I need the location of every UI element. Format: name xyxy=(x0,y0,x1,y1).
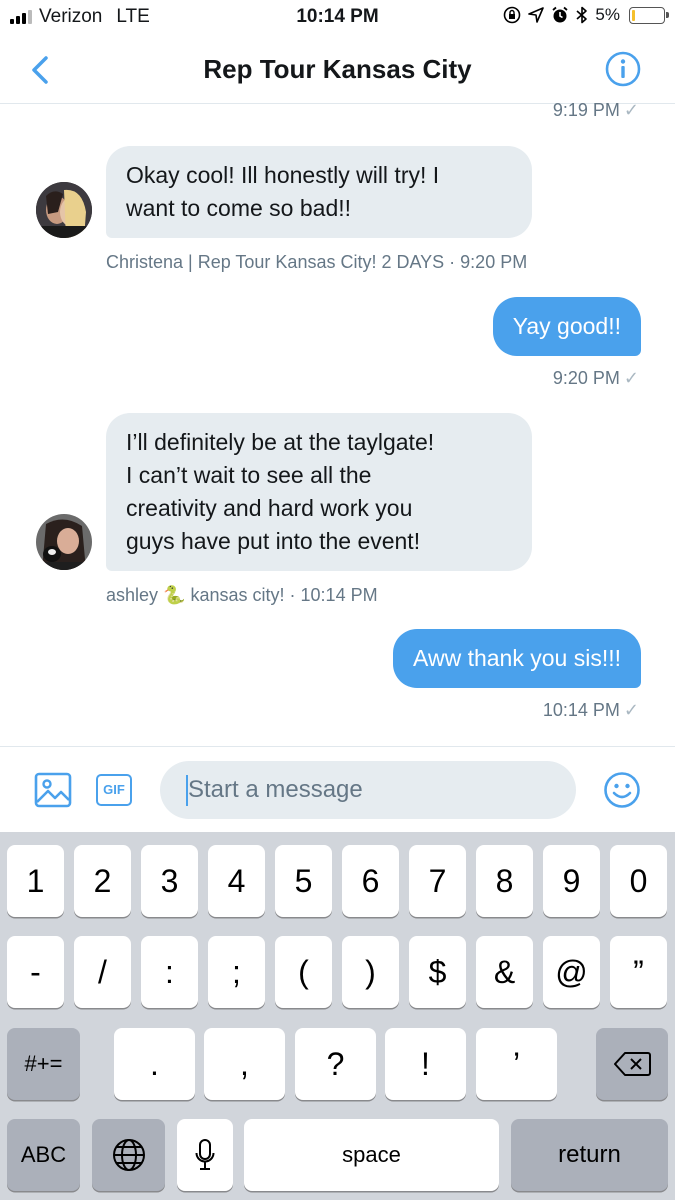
key-globe[interactable] xyxy=(92,1119,165,1191)
keyboard-key[interactable]: ; xyxy=(208,936,265,1008)
message-sender-meta: Christena | Rep Tour Kansas City! 2 DAYS… xyxy=(106,252,528,272)
keyboard-key[interactable]: - xyxy=(7,936,64,1008)
message-line: creativity and hard work you xyxy=(126,495,413,521)
key-dictation[interactable] xyxy=(177,1119,233,1191)
globe-icon xyxy=(112,1139,145,1171)
snake-emoji: 🐍 xyxy=(163,585,186,605)
backspace-icon xyxy=(614,1052,651,1076)
message-line: I’ll definitely be at the taylgate! xyxy=(126,429,435,455)
sent-check-icon: ✓ xyxy=(623,100,639,120)
keyboard-key[interactable]: 4 xyxy=(208,845,265,917)
keyboard-key[interactable]: 1 xyxy=(7,845,64,917)
keyboard-key[interactable]: 8 xyxy=(476,845,533,917)
keyboard-key[interactable]: ! xyxy=(385,1028,466,1100)
key-return[interactable]: return xyxy=(511,1119,668,1191)
keyboard-key[interactable]: 0 xyxy=(610,845,667,917)
keyboard-key[interactable]: ) xyxy=(342,936,399,1008)
gif-button[interactable]: GIF xyxy=(96,774,132,806)
avatar[interactable] xyxy=(36,514,92,570)
keyboard-key[interactable]: ( xyxy=(275,936,332,1008)
key-more-symbols[interactable]: #+= xyxy=(7,1028,80,1100)
message-timestamp: 9:20 PM ✓ xyxy=(552,368,639,388)
sender-name: Christena | Rep Tour Kansas City! 2 DAYS xyxy=(106,252,445,272)
keyboard-key[interactable]: @ xyxy=(543,936,600,1008)
key-delete[interactable] xyxy=(596,1028,668,1100)
message-input[interactable] xyxy=(160,761,576,819)
keyboard-key[interactable]: / xyxy=(74,936,131,1008)
message-timestamp: 9:20 PM xyxy=(460,252,528,272)
message-timestamp: 10:14 PM ✓ xyxy=(542,700,639,720)
keyboard-key[interactable]: 3 xyxy=(141,845,198,917)
keyboard-key[interactable]: ’ xyxy=(476,1028,557,1100)
message-composer: GIF xyxy=(0,746,675,832)
message-bubble-sent[interactable]: Yay good!! xyxy=(492,297,641,356)
message-line: I can’t wait to see all the xyxy=(126,462,372,488)
numeric-keyboard: #+= ABC space return 1 2 3 4 5 6 7 8 9 0 - /:;() $ & @… xyxy=(0,832,675,1200)
rotation-lock-icon xyxy=(504,6,521,24)
text-caret xyxy=(186,775,188,806)
battery-icon xyxy=(629,6,669,24)
battery-fill xyxy=(632,9,635,21)
conversation-title: Rep Tour Kansas City xyxy=(203,54,472,84)
keyboard-key[interactable]: 6 xyxy=(342,845,399,917)
sender-name-suffix: kansas city! xyxy=(190,585,285,605)
keyboard-key[interactable]: 5 xyxy=(275,845,332,917)
message-bubble-sent[interactable]: Aww thank you sis!!! xyxy=(393,629,641,688)
alarm-icon xyxy=(552,6,568,23)
keyboard-key[interactable]: $ xyxy=(409,936,466,1008)
message-sender-meta: ashley 🐍 kansas city! · 10:14 PM xyxy=(106,585,378,605)
keyboard-key[interactable]: 9 xyxy=(543,845,600,917)
battery-percent: 5% xyxy=(595,5,620,24)
message-line: guys have put into the event! xyxy=(126,528,421,554)
sent-check-icon: ✓ xyxy=(623,368,639,388)
message-line: Okay cool! Ill honestly will try! I xyxy=(126,162,440,188)
conversation-header: Rep Tour Kansas City xyxy=(0,36,675,104)
bluetooth-icon xyxy=(576,6,588,24)
sender-name: ashley xyxy=(106,585,159,605)
sent-check-icon: ✓ xyxy=(623,700,639,720)
avatar[interactable] xyxy=(36,182,92,238)
keyboard-key[interactable]: 2 xyxy=(74,845,131,917)
image-icon[interactable] xyxy=(34,771,72,809)
keyboard-key[interactable]: : xyxy=(141,936,198,1008)
keyboard-key[interactable]: ” xyxy=(610,936,667,1008)
keyboard-key[interactable]: . xyxy=(114,1028,195,1100)
keyboard-key[interactable]: , xyxy=(204,1028,285,1100)
keyboard-key[interactable]: ? xyxy=(295,1028,376,1100)
microphone-icon xyxy=(195,1139,215,1170)
message-bubble-received[interactable]: I’ll definitely be at the taylgate! I ca… xyxy=(106,413,532,571)
message-timestamp: 10:14 PM xyxy=(300,585,378,605)
location-icon xyxy=(528,7,545,23)
keyboard-key[interactable]: & xyxy=(476,936,533,1008)
keyboard-key[interactable]: 7 xyxy=(409,845,466,917)
status-right: 5% xyxy=(503,5,669,25)
key-abc[interactable]: ABC xyxy=(7,1119,80,1191)
key-space[interactable]: space xyxy=(244,1119,499,1191)
info-icon[interactable] xyxy=(605,51,641,87)
status-bar: Verizon LTE 10:14 PM 5% xyxy=(0,0,675,36)
message-bubble-received[interactable]: Okay cool! Ill honestly will try! I want… xyxy=(106,146,532,238)
smiley-icon[interactable] xyxy=(603,771,641,809)
message-timestamp: 9:19 PM ✓ xyxy=(552,100,639,120)
message-line: want to come so bad!! xyxy=(126,195,352,221)
